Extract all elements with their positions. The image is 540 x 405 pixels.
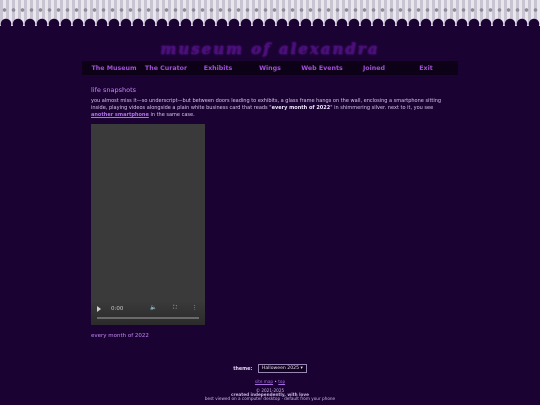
para-text-2: " in shimmering silver. next to it, you … bbox=[330, 105, 434, 111]
main-nav: The Museum The Curator Exhibits Wings We… bbox=[82, 61, 458, 75]
video-player[interactable]: 0:00 🔈 ⛶ ⋮ bbox=[91, 124, 205, 325]
nav-exhibits[interactable]: Exhibits bbox=[192, 65, 244, 72]
para-bold: every month of 2022 bbox=[271, 105, 331, 111]
nav-joined[interactable]: Joined bbox=[348, 65, 400, 72]
site-title: museum of alexandra bbox=[160, 40, 380, 58]
chevron-down-icon: ▾ bbox=[300, 366, 303, 371]
nav-the-museum[interactable]: The Museum bbox=[88, 65, 140, 72]
top-link[interactable]: top bbox=[278, 379, 285, 384]
theme-label: theme: bbox=[233, 367, 253, 372]
another-smartphone-link[interactable]: another smartphone bbox=[91, 112, 149, 118]
best-viewed-note: best viewed on a computer desktop · defa… bbox=[204, 396, 336, 401]
nav-exit[interactable]: Exit bbox=[400, 65, 452, 72]
volume-icon[interactable]: 🔈 bbox=[150, 305, 157, 311]
play-icon[interactable] bbox=[97, 306, 101, 312]
video-caption: every month of 2022 bbox=[91, 333, 149, 339]
more-options-icon[interactable]: ⋮ bbox=[192, 305, 198, 311]
description-paragraph: you almost miss it—so underscript—but be… bbox=[91, 98, 451, 119]
nav-web-events[interactable]: Web Events bbox=[296, 65, 348, 72]
theme-select[interactable]: Halloween 2025 ▾ bbox=[257, 364, 307, 373]
fullscreen-icon[interactable]: ⛶ bbox=[173, 305, 177, 312]
video-time: 0:00 bbox=[111, 306, 124, 312]
para-text-3: in the same case. bbox=[148, 112, 195, 118]
theme-row: theme: Halloween 2025 ▾ bbox=[0, 364, 540, 373]
page-heading: life snapshots bbox=[91, 86, 136, 94]
nav-wings[interactable]: Wings bbox=[244, 65, 296, 72]
site-map-link[interactable]: site map bbox=[255, 379, 273, 384]
video-controls: 0:00 🔈 ⛶ ⋮ bbox=[91, 301, 205, 325]
video-progress-bar[interactable] bbox=[97, 317, 199, 319]
footer-links: site map • top bbox=[0, 379, 540, 384]
lace-dots bbox=[0, 6, 540, 14]
nav-the-curator[interactable]: The Curator bbox=[140, 65, 192, 72]
theme-select-value: Halloween 2025 bbox=[261, 366, 299, 371]
